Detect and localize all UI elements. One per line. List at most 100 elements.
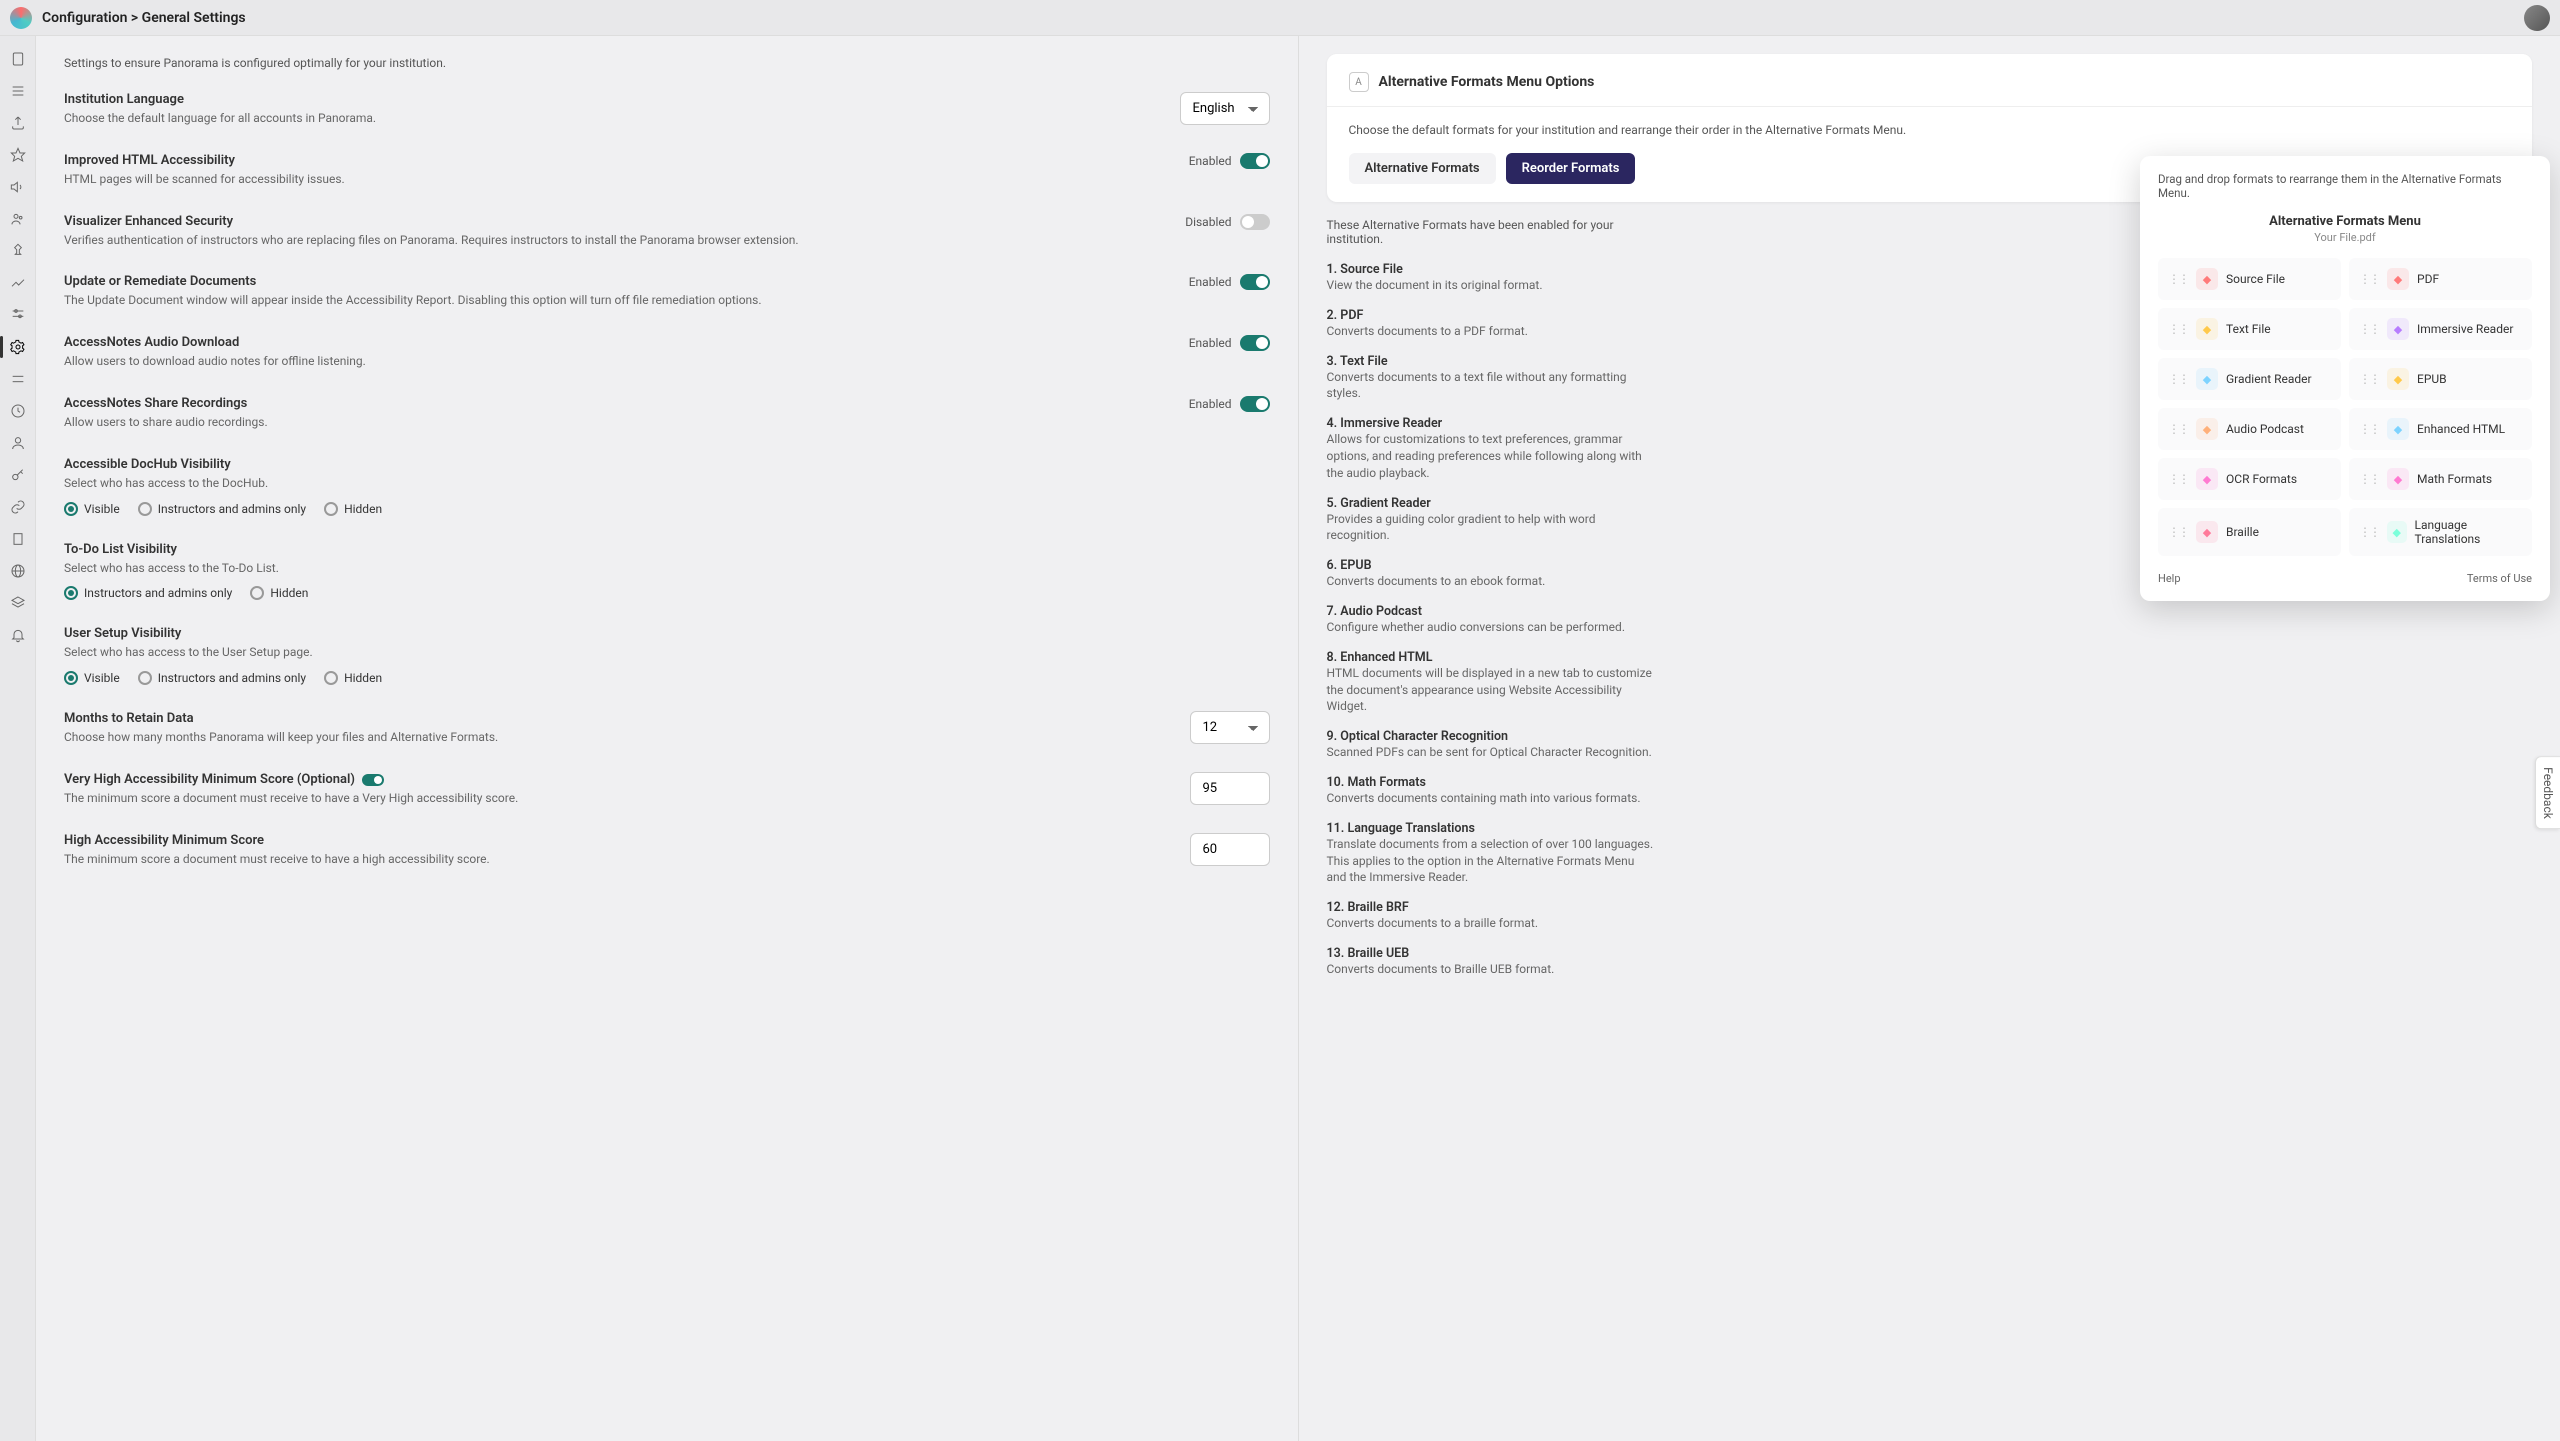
reorder-item-1[interactable]: ⋮⋮ ◆ PDF	[2349, 258, 2532, 300]
sliders-icon[interactable]	[9, 306, 27, 324]
reorder-panel: Drag and drop formats to rearrange them …	[2140, 156, 2550, 601]
reorder-intro: Drag and drop formats to rearrange them …	[2158, 172, 2532, 200]
radio-2-2[interactable]: Hidden	[324, 671, 382, 685]
reorder-item-3[interactable]: ⋮⋮ ◆ Immersive Reader	[2349, 308, 2532, 350]
radio-1-0[interactable]: Instructors and admins only	[64, 586, 232, 600]
score-title-0: Very High Accessibility Minimum Score (O…	[64, 772, 1154, 787]
help-link[interactable]: Help	[2158, 572, 2181, 585]
vis-title-1: To-Do List Visibility	[64, 542, 1270, 557]
grip-icon: ⋮⋮	[2168, 272, 2188, 286]
format-mini-icon: ◆	[2387, 468, 2409, 490]
reorder-item-4[interactable]: ⋮⋮ ◆ Gradient Reader	[2158, 358, 2341, 400]
layers-icon[interactable]	[9, 594, 27, 612]
radio-2-1[interactable]: Instructors and admins only	[138, 671, 306, 685]
fmt-title-2: 3. Text File	[1327, 354, 1657, 369]
pin-icon[interactable]	[9, 242, 27, 260]
reorder-item-0[interactable]: ⋮⋮ ◆ Source File	[2158, 258, 2341, 300]
grip-icon: ⋮⋮	[2168, 322, 2188, 336]
score-input-0[interactable]	[1190, 772, 1270, 805]
reorder-item-11[interactable]: ⋮⋮ ◆ Language Translations	[2349, 508, 2532, 556]
retain-title: Months to Retain Data	[64, 711, 1154, 726]
key-icon[interactable]	[9, 466, 27, 484]
gear-icon[interactable]	[9, 338, 27, 356]
reorder-item-5[interactable]: ⋮⋮ ◆ EPUB	[2349, 358, 2532, 400]
score-desc-0: The minimum score a document must receiv…	[64, 790, 1154, 807]
toggle-switch-4[interactable]	[1240, 396, 1270, 412]
reorder-item-7[interactable]: ⋮⋮ ◆ Enhanced HTML	[2349, 408, 2532, 450]
reorder-item-9[interactable]: ⋮⋮ ◆ Math Formats	[2349, 458, 2532, 500]
grip-icon: ⋮⋮	[2168, 525, 2188, 539]
options-title: Alternative Formats Menu Options	[1379, 74, 1595, 90]
avatar[interactable]	[2524, 5, 2550, 31]
globe-icon[interactable]	[9, 562, 27, 580]
users-icon[interactable]	[9, 434, 27, 452]
retain-select[interactable]: 12	[1190, 711, 1270, 744]
toggle-switch-2[interactable]	[1240, 274, 1270, 290]
tab-reorder-formats[interactable]: Reorder Formats	[1506, 153, 1636, 184]
tab-alternative-formats[interactable]: Alternative Formats	[1349, 153, 1496, 184]
toggle-switch-3[interactable]	[1240, 335, 1270, 351]
terms-link[interactable]: Terms of Use	[2467, 572, 2532, 585]
reorder-item-10[interactable]: ⋮⋮ ◆ Braille	[2158, 508, 2341, 556]
building-icon[interactable]	[9, 530, 27, 548]
format-mini-icon: ◆	[2387, 368, 2409, 390]
feedback-tab[interactable]: Feedback	[2535, 756, 2560, 830]
reorder-label-2: Text File	[2226, 322, 2271, 336]
toggle-title-3: AccessNotes Audio Download	[64, 335, 1154, 350]
reorder-item-8[interactable]: ⋮⋮ ◆ OCR Formats	[2158, 458, 2341, 500]
grip-icon: ⋮⋮	[2359, 372, 2379, 386]
adjust-icon[interactable]	[9, 370, 27, 388]
radio-0-2[interactable]: Hidden	[324, 502, 382, 516]
breadcrumb: Configuration > General Settings	[42, 10, 246, 26]
toggle-desc-4: Allow users to share audio recordings.	[64, 414, 1154, 431]
toggle-status-1: Disabled	[1185, 215, 1231, 229]
score-toggle-0[interactable]	[362, 774, 384, 786]
sound-icon[interactable]	[9, 178, 27, 196]
toggle-switch-0[interactable]	[1240, 153, 1270, 169]
vis-desc-0: Select who has access to the DocHub.	[64, 475, 1270, 492]
page-icon[interactable]	[9, 50, 27, 68]
reorder-item-2[interactable]: ⋮⋮ ◆ Text File	[2158, 308, 2341, 350]
vis-title-2: User Setup Visibility	[64, 626, 1270, 641]
format-mini-icon: ◆	[2196, 318, 2218, 340]
fmt-title-6: 7. Audio Podcast	[1327, 604, 1657, 619]
export-icon[interactable]	[9, 114, 27, 132]
star-icon[interactable]	[9, 146, 27, 164]
toggle-switch-1[interactable]	[1240, 214, 1270, 230]
score-input-1[interactable]	[1190, 833, 1270, 866]
language-select[interactable]: English	[1180, 92, 1270, 125]
clock-icon[interactable]	[9, 402, 27, 420]
fmt-desc-8: Scanned PDFs can be sent for Optical Cha…	[1327, 744, 1657, 761]
format-mini-icon: ◆	[2387, 318, 2409, 340]
radio-0-0[interactable]: Visible	[64, 502, 120, 516]
toggle-status-0: Enabled	[1189, 154, 1232, 168]
fmt-title-12: 13. Braille UEB	[1327, 946, 1657, 961]
radio-1-1[interactable]: Hidden	[250, 586, 308, 600]
fmt-desc-5: Converts documents to an ebook format.	[1327, 573, 1657, 590]
radio-0-1[interactable]: Instructors and admins only	[138, 502, 306, 516]
score-desc-1: The minimum score a document must receiv…	[64, 851, 1154, 868]
format-mini-icon: ◆	[2196, 468, 2218, 490]
link-icon[interactable]	[9, 498, 27, 516]
bell-icon[interactable]	[9, 626, 27, 644]
options-desc: Choose the default formats for your inst…	[1349, 123, 2511, 137]
fmt-title-3: 4. Immersive Reader	[1327, 416, 1657, 431]
format-mini-icon: ◆	[2387, 418, 2409, 440]
fmt-title-9: 10. Math Formats	[1327, 775, 1657, 790]
chart-icon[interactable]	[9, 274, 27, 292]
radio-2-0[interactable]: Visible	[64, 671, 120, 685]
reorder-label-8: OCR Formats	[2226, 472, 2297, 486]
fmt-title-1: 2. PDF	[1327, 308, 1657, 323]
list-icon[interactable]	[9, 82, 27, 100]
fmt-title-11: 12. Braille BRF	[1327, 900, 1657, 915]
reorder-label-4: Gradient Reader	[2226, 372, 2312, 386]
fmt-desc-10: Translate documents from a selection of …	[1327, 836, 1657, 886]
people-icon[interactable]	[9, 210, 27, 228]
lang-desc: Choose the default language for all acco…	[64, 110, 1154, 127]
fmt-desc-9: Converts documents containing math into …	[1327, 790, 1657, 807]
format-mini-icon: ◆	[2196, 268, 2218, 290]
fmt-title-7: 8. Enhanced HTML	[1327, 650, 1657, 665]
reorder-item-6[interactable]: ⋮⋮ ◆ Audio Podcast	[2158, 408, 2341, 450]
score-title-1: High Accessibility Minimum Score	[64, 833, 1154, 848]
format-mini-icon: ◆	[2196, 368, 2218, 390]
